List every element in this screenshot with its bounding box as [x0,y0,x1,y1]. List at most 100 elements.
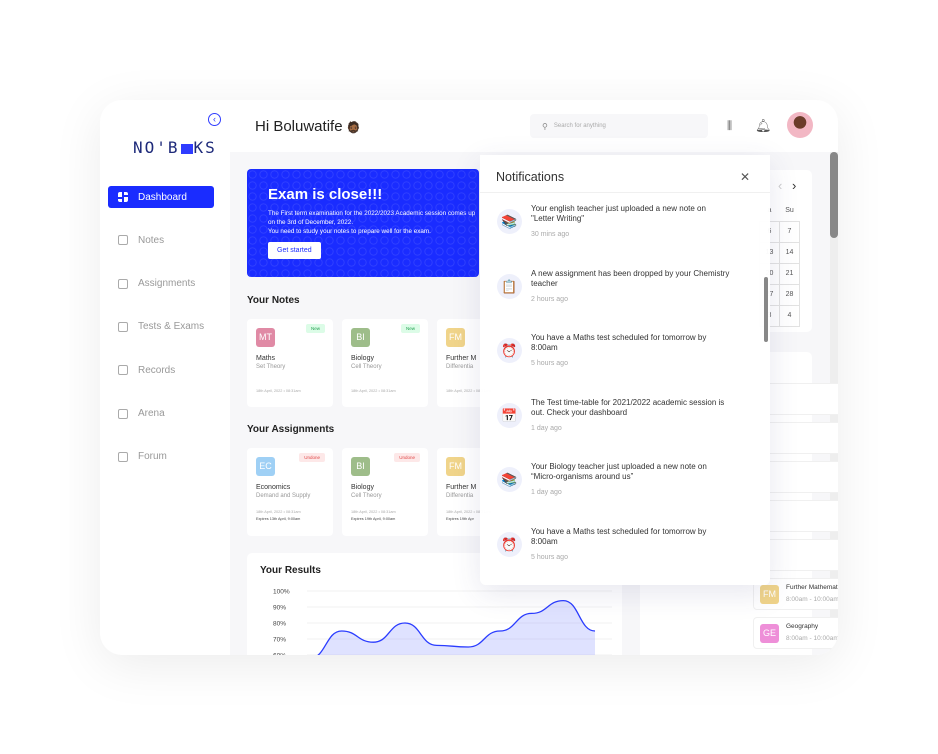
notification-text: You have a Maths test scheduled for tomo… [531,333,707,352]
banner-text: The First term examination for the 2022/… [268,210,476,226]
notification-icon: 📚 [497,209,522,234]
y-tick-label: 100% [273,589,290,596]
exam-banner: Exam is close!!! The First term examinat… [247,169,479,277]
date: 18th April, 2022 • 08:31am [256,389,301,393]
notes-heading: Your Notes [247,295,300,306]
subject-badge: BI [351,328,370,347]
notification-icon: ⏰ [497,531,522,557]
date: 18th April, 2022 • 08:31am [351,389,396,393]
collapse-sidebar-icon[interactable]: ‹ [208,113,221,126]
expiry: Expires 19th April, 9:00am [351,517,396,521]
date: 18th April, 2022 • 08:31am [351,510,396,514]
sidebar-item-assignments[interactable]: Assignments [108,273,214,295]
notes-card[interactable]: New BI Biology Cell Theory 18th April, 2… [342,319,428,407]
calendar-day[interactable]: 14 [779,241,800,264]
sidebar-item-label: Arena [138,408,165,419]
sidebar-item-label: Forum [138,451,167,463]
weekday-label: Su [785,206,794,214]
notes-card[interactable]: New MT Maths Set Theory 18th April, 2022… [247,319,333,407]
assignments-heading: Your Assignments [247,424,335,435]
date: 18th April, 2022 • 08:31am [256,510,301,514]
banner-title: Exam is close!!! [268,186,383,203]
avatar[interactable] [787,112,813,138]
status-tag: New [305,324,325,333]
assignments-card[interactable]: Undone BI Biology Cell Theory 18th April… [342,448,428,536]
notification-icon: 📋 [497,273,522,299]
subject-name: Further Mathematics [786,584,838,591]
calendar-day[interactable]: 28 [779,283,800,306]
arena-icon [118,408,128,419]
notification-time: 5 hours ago [531,553,568,561]
notification-text: The Test time-table for 2021/2022 academ… [531,397,725,417]
topic: Cell Theory [351,493,382,499]
sidebar-item-tests-exams[interactable]: Tests & Exams [108,316,214,338]
sidebar-item-records[interactable]: Records [108,359,214,381]
greeting: Hi Boluwatife 🧔🏾 [255,118,361,135]
time: 8:00am - 10:00am [786,635,838,642]
subject-name: Geography [786,623,819,630]
notification-text: You have a Maths test scheduled for tomo… [531,526,707,546]
status-tag: Undone [299,453,325,462]
topic: Demand and Supply [256,493,311,499]
subject-name: Biology [351,355,374,362]
y-tick-label: 80% [273,621,286,628]
forum-icon [118,451,128,462]
subject-name: Biology [351,484,374,491]
records-icon [118,365,128,376]
sidebar-item-label: Tests & Exams [138,321,205,333]
sidebar-item-label: Dashboard [138,191,187,203]
notification-text: Your Biology teacher just uploaded a new… [531,462,707,481]
notification-icon: ⏰ [497,338,522,363]
search-input[interactable]: ⚲ Search for anything [530,114,708,138]
notification-time: 5 hours ago [531,360,568,367]
prev-month-icon[interactable]: ‹ [778,178,782,193]
sidebar-item-dashboard[interactable]: Dashboard [108,186,214,208]
dashboard-icon [118,192,128,202]
notification-text: A new assignment has been dropped by you… [531,268,730,288]
calendar-day[interactable]: 7 [779,220,800,243]
subject-badge: GE [760,624,779,643]
y-tick-label: 70% [273,637,286,644]
notification-time: 1 day ago [531,489,562,496]
y-tick-label: 60% [273,653,286,656]
expiry: Expires 13th April, 9:00am [256,517,301,521]
status-tag: Undone [394,453,420,462]
sidebar-item-label: Notes [138,234,165,246]
notification-time: 1 day ago [531,424,562,432]
notifications-panel: Notifications ✕ 📚 Your english teacher j… [480,155,770,585]
calendar-day[interactable]: 4 [779,304,800,327]
banner-text-2: You need to study your notes to prepare … [268,228,431,235]
bell-icon[interactable]: 🔔︎ [755,118,772,134]
library-icon[interactable]: ⫼ [727,120,732,133]
notifications-title: Notifications [496,170,565,184]
close-icon[interactable]: ✕ [740,170,750,184]
search-icon: ⚲ [542,121,548,131]
notes-icon [118,235,128,246]
logo: NO'B KS [133,138,217,157]
next-month-icon[interactable]: › [792,178,796,193]
subject-badge: BI [351,457,370,476]
notification-icon: 📅 [497,402,522,428]
subject-badge: EC [256,457,275,476]
subject-name: Economics [256,484,291,491]
sidebar-item-label: Assignments [138,278,196,290]
topic: Cell Theory [351,364,382,370]
calendar-day[interactable]: 21 [779,262,800,285]
topic: Set Theory [256,364,286,370]
notification-time: 30 mins ago [531,231,570,238]
assignments-icon [118,278,128,289]
subject-name: Maths [256,355,276,362]
app-window: ‹ NO'B KS Dashboard Notes Assignments Tests … [100,100,838,655]
notification-text: Your english teacher just uploaded a new… [531,204,706,223]
y-tick-label: 90% [273,605,286,612]
notifications-scrollbar[interactable] [764,277,768,342]
sidebar-item-arena[interactable]: Arena [108,403,214,425]
schedule-item[interactable]: GE Geography 8:00am - 10:00am › [753,617,838,649]
get-started-button[interactable]: Get started [268,242,321,259]
sidebar-item-forum[interactable]: Forum [108,446,214,468]
assignments-card[interactable]: Undone EC Economics Demand and Supply 18… [247,448,333,536]
tests-exams-icon [118,321,128,332]
subject-badge: FM [446,328,465,347]
sidebar-item-notes[interactable]: Notes [108,229,214,251]
subject-badge: MT [256,328,275,347]
